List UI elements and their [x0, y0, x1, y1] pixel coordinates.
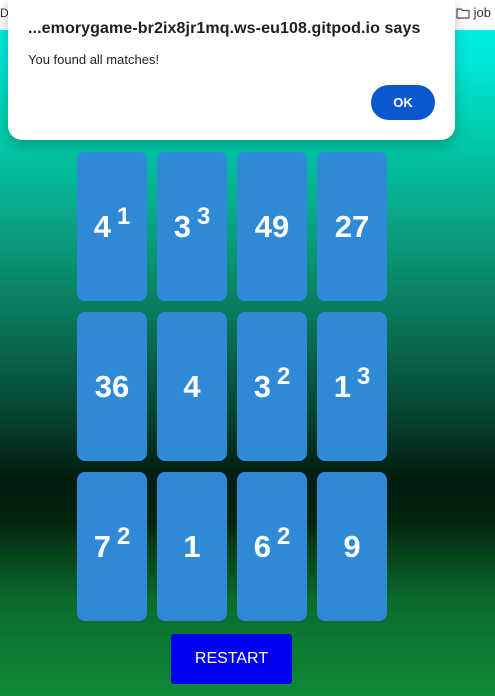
- card-value: 4: [183, 368, 201, 404]
- memory-card[interactable]: 62: [237, 472, 307, 621]
- card-exponent: 1: [116, 202, 131, 230]
- card-value: 27: [334, 208, 370, 244]
- bookmark-label: job: [473, 5, 491, 20]
- memory-card[interactable]: 33: [157, 152, 227, 301]
- memory-card[interactable]: 41: [77, 152, 147, 301]
- card-value: 1: [183, 528, 201, 564]
- card-exponent: 2: [276, 362, 291, 390]
- folder-icon: [456, 7, 470, 19]
- memory-card[interactable]: 27: [317, 152, 387, 301]
- bookmark-job[interactable]: job: [456, 5, 491, 20]
- card-value: 9: [343, 528, 361, 564]
- memory-card[interactable]: 9: [317, 472, 387, 621]
- memory-card[interactable]: 72: [77, 472, 147, 621]
- card-grid: 41 33 49 27 36 4 32 13 72 1 62 9: [77, 152, 387, 621]
- memory-card[interactable]: 49: [237, 152, 307, 301]
- restart-button[interactable]: RESTART: [171, 634, 292, 684]
- card-exponent: 3: [356, 362, 371, 390]
- card-value: 6: [253, 528, 271, 564]
- memory-card[interactable]: 13: [317, 312, 387, 461]
- card-value: 4: [93, 208, 111, 244]
- card-value: 3: [253, 368, 271, 404]
- card-value: 49: [254, 208, 290, 244]
- memory-card[interactable]: 1: [157, 472, 227, 621]
- card-exponent: 2: [116, 522, 131, 550]
- memory-card[interactable]: 4: [157, 312, 227, 461]
- memory-card[interactable]: 36: [77, 312, 147, 461]
- ok-button[interactable]: OK: [371, 85, 435, 120]
- card-exponent: 3: [196, 202, 211, 230]
- card-exponent: 2: [276, 522, 291, 550]
- card-value: 1: [333, 368, 351, 404]
- dialog-message: You found all matches!: [28, 52, 160, 67]
- card-value: 3: [173, 208, 191, 244]
- dialog-title: ...emorygame-br2ix8jr1mq.ws-eu108.gitpod…: [28, 20, 421, 37]
- card-value: 7: [93, 528, 111, 564]
- card-value: 36: [94, 368, 130, 404]
- memory-card[interactable]: 32: [237, 312, 307, 461]
- alert-dialog: ...emorygame-br2ix8jr1mq.ws-eu108.gitpod…: [8, 0, 455, 140]
